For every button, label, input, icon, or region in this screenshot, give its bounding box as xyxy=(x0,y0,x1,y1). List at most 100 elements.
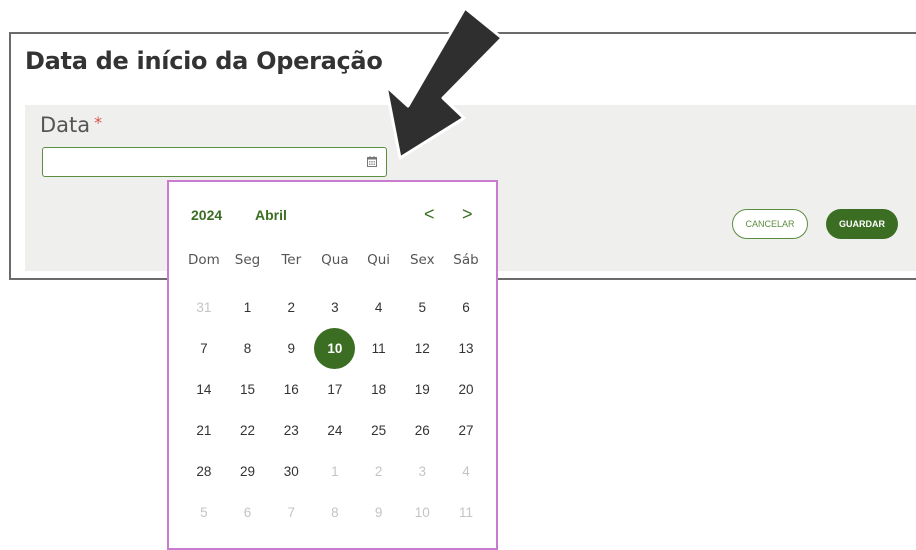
day-label: 12 xyxy=(414,341,430,356)
day-cell[interactable]: 27 xyxy=(444,410,488,451)
day-cell[interactable]: 4 xyxy=(444,451,488,492)
chevron-left-icon[interactable]: < xyxy=(424,204,435,225)
weekday-header: Dom Seg Ter Qua Qui Sex Sáb xyxy=(182,252,488,268)
day-label: 6 xyxy=(462,300,470,315)
day-label: 15 xyxy=(240,382,256,397)
day-cell[interactable]: 6 xyxy=(444,287,488,328)
day-label: 20 xyxy=(458,382,474,397)
day-label: 17 xyxy=(327,382,343,397)
day-cell[interactable]: 25 xyxy=(357,410,401,451)
day-label: 10 xyxy=(414,505,430,520)
day-cell[interactable]: 20 xyxy=(444,369,488,410)
day-cell[interactable]: 5 xyxy=(182,492,226,533)
day-cell[interactable]: 8 xyxy=(226,328,270,369)
calendar-month[interactable]: Abril xyxy=(255,207,287,223)
day-label: 22 xyxy=(240,423,256,438)
day-cell[interactable]: 1 xyxy=(226,287,270,328)
day-cell[interactable]: 7 xyxy=(182,328,226,369)
save-button[interactable]: GUARDAR xyxy=(826,209,898,239)
day-label: 28 xyxy=(196,464,212,479)
calendar-icon[interactable] xyxy=(367,156,377,167)
day-cell[interactable]: 26 xyxy=(400,410,444,451)
day-label: 29 xyxy=(240,464,256,479)
day-cell[interactable]: 14 xyxy=(182,369,226,410)
calendar-year[interactable]: 2024 xyxy=(191,207,222,223)
day-label: 9 xyxy=(287,341,295,356)
day-cell[interactable]: 9 xyxy=(269,328,313,369)
day-cell[interactable]: 29 xyxy=(226,451,270,492)
dialog-title: Data de início da Operação xyxy=(25,47,383,75)
day-label: 1 xyxy=(331,464,339,479)
day-label: 18 xyxy=(371,382,387,397)
day-label: 19 xyxy=(414,382,430,397)
day-cell[interactable]: 17 xyxy=(313,369,357,410)
weekday-label: Dom xyxy=(187,252,220,268)
day-cell[interactable]: 3 xyxy=(400,451,444,492)
day-label: 8 xyxy=(331,505,339,520)
day-label: 7 xyxy=(287,505,295,520)
day-cell[interactable]: 12 xyxy=(400,328,444,369)
weekday-label: Qui xyxy=(367,252,391,268)
day-cell[interactable]: 2 xyxy=(269,287,313,328)
date-input[interactable] xyxy=(42,147,387,177)
day-label: 4 xyxy=(462,464,470,479)
day-label: 2 xyxy=(287,300,295,315)
day-label: 9 xyxy=(374,505,383,520)
day-cell[interactable]: 5 xyxy=(400,287,444,328)
day-label: 26 xyxy=(414,423,430,438)
day-cell[interactable]: 9 xyxy=(357,492,401,533)
day-label: 11 xyxy=(371,341,386,356)
day-cell[interactable]: 16 xyxy=(269,369,313,410)
day-cell[interactable]: 18 xyxy=(357,369,401,410)
weekday-label: Qua xyxy=(321,252,349,268)
day-cell[interactable]: 21 xyxy=(182,410,226,451)
day-cell[interactable]: 28 xyxy=(182,451,226,492)
day-cell[interactable]: 30 xyxy=(269,451,313,492)
day-cell[interactable]: 3 xyxy=(313,287,357,328)
day-label: 23 xyxy=(283,423,299,438)
pointer-arrow-icon xyxy=(384,6,504,160)
day-label: 8 xyxy=(243,341,252,356)
day-label: 31 xyxy=(196,300,212,315)
day-label: 14 xyxy=(196,382,212,397)
day-label: 3 xyxy=(331,300,339,315)
chevron-right-icon[interactable]: > xyxy=(462,204,473,225)
day-cell[interactable]: 7 xyxy=(269,492,313,533)
day-cell[interactable]: 1 xyxy=(313,451,357,492)
day-cell[interactable]: 6 xyxy=(226,492,270,533)
day-label: 3 xyxy=(418,464,427,479)
day-label: 2 xyxy=(374,464,383,479)
day-cell[interactable]: 4 xyxy=(357,287,401,328)
day-label: 21 xyxy=(196,423,212,438)
day-label: 5 xyxy=(418,300,427,315)
weekday-label: Ter xyxy=(281,252,302,268)
selected-day-cell[interactable]: 10 xyxy=(313,328,357,369)
day-cell[interactable]: 2 xyxy=(357,451,401,492)
day-cell[interactable]: 22 xyxy=(226,410,270,451)
day-cell[interactable]: 23 xyxy=(269,410,313,451)
day-cell[interactable]: 19 xyxy=(400,369,444,410)
day-cell[interactable]: 13 xyxy=(444,328,488,369)
date-field-label: Data * xyxy=(40,113,102,137)
cancel-button[interactable]: CANCELAR xyxy=(732,209,808,239)
weekday-label: Seg xyxy=(234,252,261,268)
day-label: 11 xyxy=(458,505,473,520)
day-label: 7 xyxy=(200,341,208,356)
required-asterisk: * xyxy=(94,113,103,132)
day-cell[interactable]: 15 xyxy=(226,369,270,410)
day-cell[interactable]: 31 xyxy=(182,287,226,328)
day-cell[interactable]: 8 xyxy=(313,492,357,533)
weekday-label: Sáb xyxy=(453,252,479,268)
day-cell[interactable]: 11 xyxy=(444,492,488,533)
day-label: 13 xyxy=(458,341,474,356)
date-picker-popup: 2024 Abril < > Dom Seg Ter Qua Qui Sex Sáb 31 1… xyxy=(167,180,498,550)
date-label-text: Data xyxy=(40,113,91,137)
day-label: 24 xyxy=(327,423,343,438)
day-cell[interactable]: 24 xyxy=(313,410,357,451)
day-label: 5 xyxy=(200,505,208,520)
day-label: 6 xyxy=(243,505,252,520)
day-label: 30 xyxy=(283,464,299,479)
day-cell[interactable]: 10 xyxy=(400,492,444,533)
day-cell[interactable]: 11 xyxy=(357,328,401,369)
day-label: 27 xyxy=(458,423,474,438)
